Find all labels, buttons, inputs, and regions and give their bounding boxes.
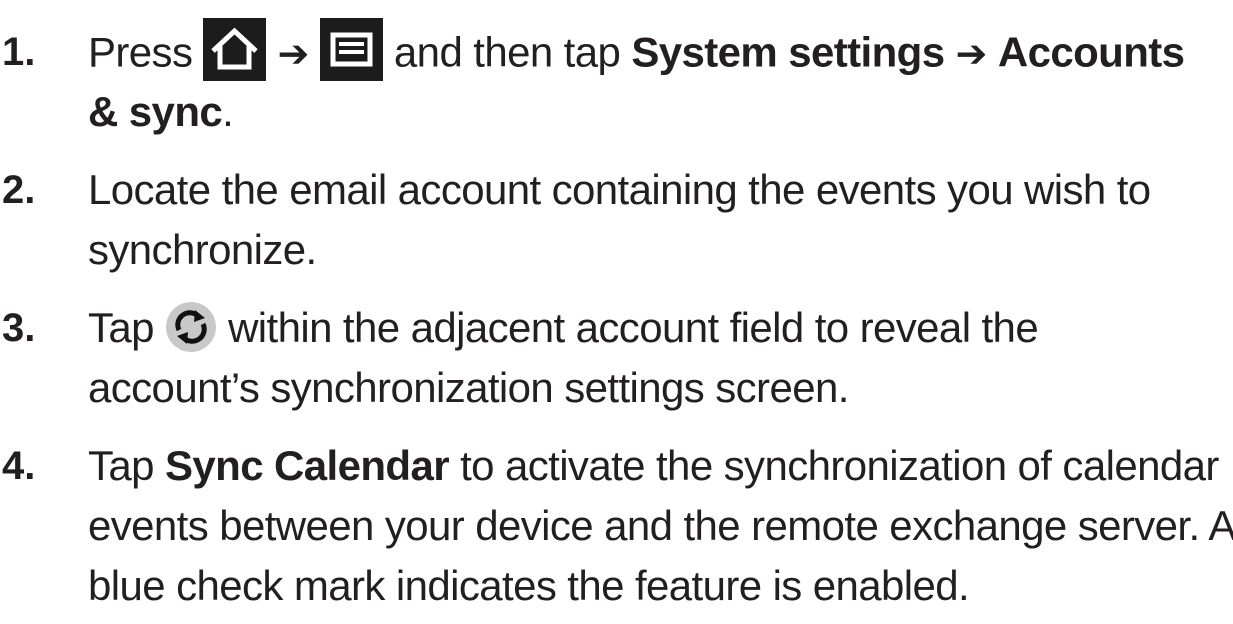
- home-icon: [203, 18, 267, 81]
- step-3-line-1: Tap within the adjacent account field to…: [88, 300, 1039, 357]
- press-text: Press: [88, 28, 193, 76]
- step-2-line-2: synchronize.: [88, 226, 317, 273]
- system-settings-label: System settings: [631, 28, 945, 76]
- step-4-line-2: events between your device and the remot…: [88, 502, 1233, 549]
- step-4-rest-text: to activate the synchronization of calen…: [460, 442, 1219, 489]
- step-number: 2.: [2, 168, 36, 212]
- step-number: 1.: [2, 30, 36, 74]
- step-number: 4.: [2, 444, 36, 488]
- step-4-line-1: Tap Sync Calendar to activate the synchr…: [88, 438, 1219, 494]
- and-then-tap-text: and then tap: [393, 28, 621, 76]
- menu-icon: [319, 18, 383, 81]
- step-2-line-1: Locate the email account containing the …: [88, 166, 1151, 213]
- tap-text: Tap: [88, 304, 155, 351]
- period: .: [222, 88, 234, 135]
- accounts-sync-label: & sync: [88, 88, 223, 135]
- step-1-line-2: & sync.: [88, 84, 234, 140]
- step-3-line-2: account’s synchronization settings scree…: [88, 364, 849, 411]
- step-4-line-3: blue check mark indicates the feature is…: [88, 562, 970, 609]
- step-number: 3.: [2, 306, 36, 350]
- step-3-rest-text: within the adjacent account field to rev…: [228, 304, 1039, 351]
- arrow-2: ➔: [955, 33, 988, 76]
- tap-text: Tap: [88, 442, 155, 489]
- accounts-label: Accounts: [997, 28, 1185, 76]
- sync-icon: [165, 301, 217, 353]
- arrow-1: ➔: [277, 33, 310, 76]
- instruction-page: 1. Press ➔ and then tap System settings …: [0, 0, 1233, 624]
- step-1-line-1: Press ➔ and then tap System settings ➔ A…: [88, 18, 1185, 87]
- sync-calendar-label: Sync Calendar: [165, 442, 450, 489]
